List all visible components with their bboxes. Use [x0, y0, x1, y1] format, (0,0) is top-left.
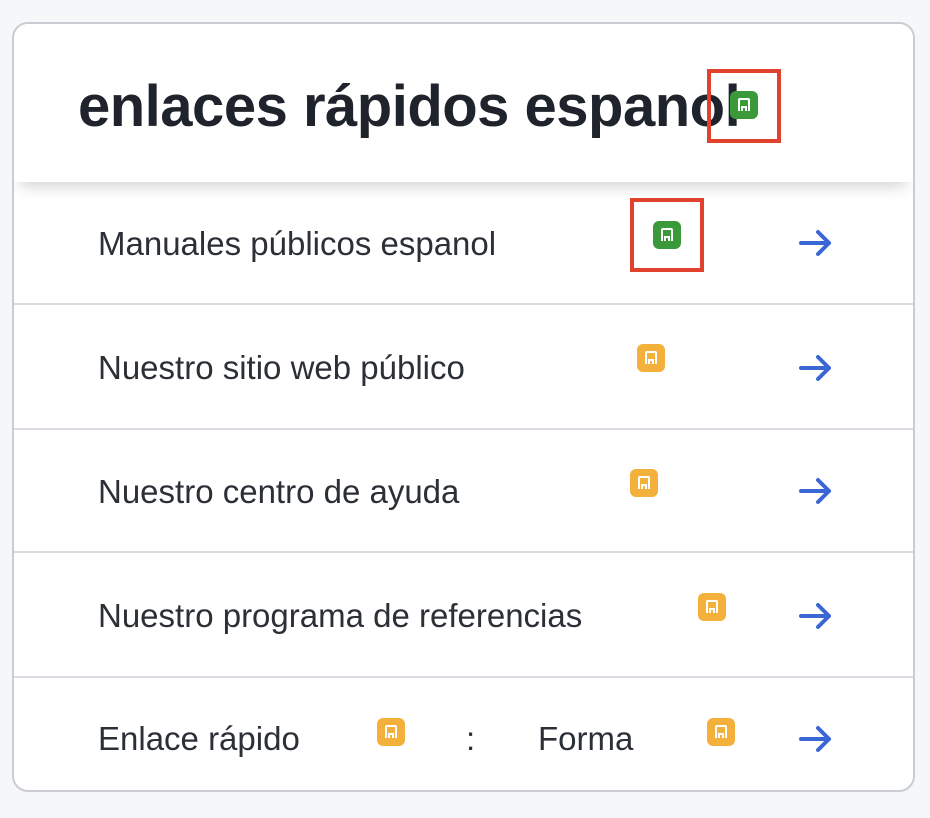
edit-square-icon[interactable]: [698, 593, 726, 621]
right-arrow-icon[interactable]: [798, 353, 834, 383]
quick-link-label: Nuestro centro de ayuda: [98, 473, 460, 510]
edit-square-icon[interactable]: [637, 344, 665, 372]
right-arrow-icon[interactable]: [798, 476, 834, 506]
quick-link-row[interactable]: Manuales públicos espanol: [14, 182, 913, 305]
edit-square-icon[interactable]: [707, 718, 735, 746]
quick-link-row[interactable]: Nuestro centro de ayuda: [14, 430, 913, 553]
quick-link-label: Nuestro sitio web público: [98, 349, 465, 386]
quick-link-separator: :: [466, 720, 476, 757]
card-title: enlaces rápidos espanol: [78, 74, 741, 139]
right-arrow-icon[interactable]: [798, 724, 834, 754]
quick-link-label: Enlace rápido: [98, 720, 300, 757]
right-arrow-icon[interactable]: [798, 601, 834, 631]
quick-link-row[interactable]: Nuestro sitio web público: [14, 305, 913, 430]
edit-square-icon[interactable]: [630, 469, 658, 497]
quick-links-card: enlaces rápidos espanol Manuales público…: [12, 22, 915, 792]
title-badge-highlight: [707, 69, 781, 143]
quick-link-label: Manuales públicos espanol: [98, 225, 497, 262]
card-header: enlaces rápidos espanol: [14, 24, 913, 182]
right-arrow-icon[interactable]: [798, 228, 834, 258]
row-badge-highlight: [630, 198, 704, 272]
edit-square-icon[interactable]: [377, 718, 405, 746]
quick-link-row[interactable]: Enlace rápido : Forma: [14, 678, 913, 790]
quick-link-row[interactable]: Nuestro programa de referencias: [14, 553, 913, 678]
quick-link-label: Nuestro programa de referencias: [98, 597, 583, 634]
quick-link-label-secondary: Forma: [538, 720, 634, 757]
